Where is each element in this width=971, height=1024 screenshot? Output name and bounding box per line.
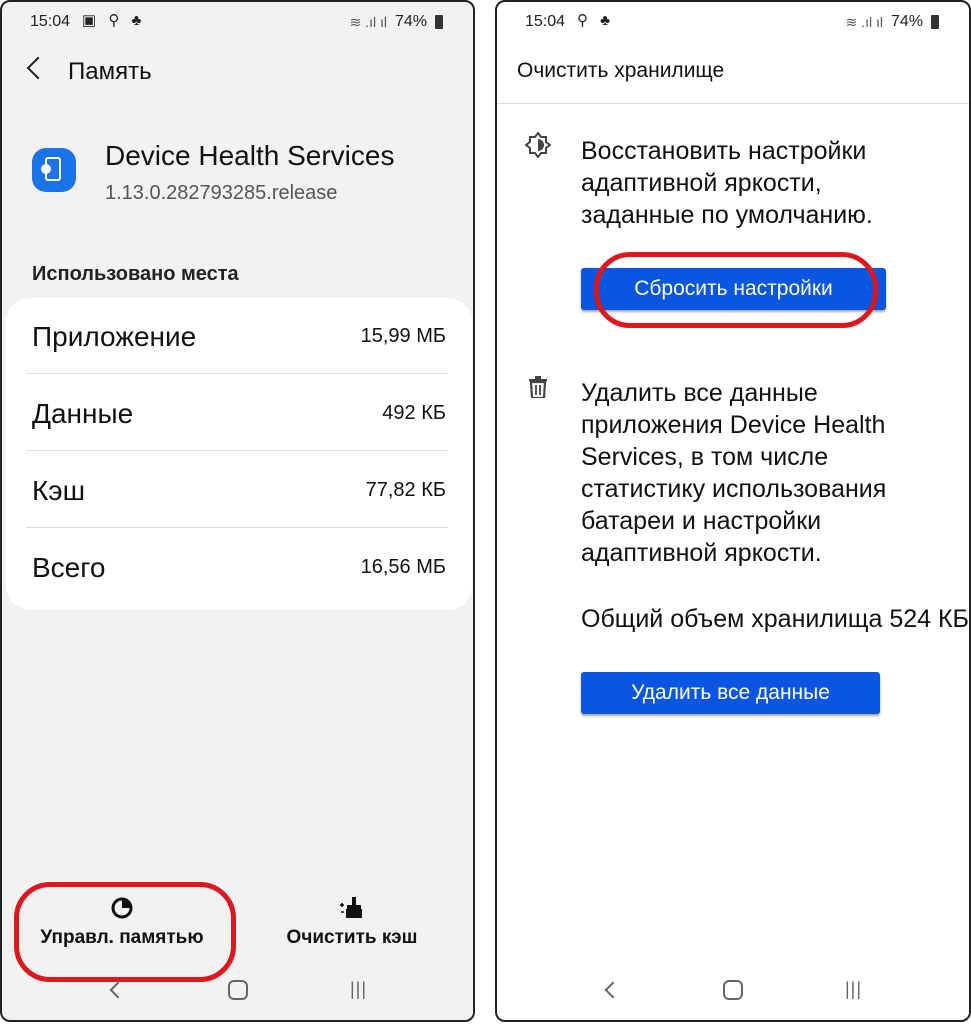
nav-home-icon[interactable] [228, 980, 248, 1000]
battery-percent: 74% [394, 13, 427, 30]
nav-recents-icon[interactable]: ||| [845, 979, 862, 1000]
app-icon [32, 148, 76, 192]
nav-recents-icon[interactable]: ||| [350, 979, 367, 1000]
delete-all-data-button[interactable]: Удалить все данные [581, 672, 880, 714]
total-storage-line: Общий объем хранилища 524 КБ [581, 603, 969, 635]
brightness-icon [525, 132, 551, 158]
row-value: 15,99 МБ [360, 325, 446, 347]
status-right: ≋ .ıl ıl 74% [846, 13, 939, 31]
page-title: Очистить хранилище [517, 59, 725, 82]
clear-cache-button[interactable]: Очистить кэш [274, 897, 430, 949]
storage-row-data: Данные 492 КБ [26, 375, 446, 452]
notification-icons: ▣ ⚲ ♣ [82, 12, 146, 29]
navigation-bar: ||| [2, 960, 473, 1020]
row-label: Данные [32, 397, 134, 429]
row-label: Кэш [32, 474, 86, 506]
battery-icon [435, 15, 443, 29]
highlight-circle [594, 252, 878, 328]
delete-description: Удалить все данные приложения Device Hea… [581, 379, 887, 567]
row-label: Всего [32, 551, 106, 583]
nav-back-icon[interactable] [604, 981, 622, 999]
broom-icon [340, 897, 362, 918]
app-name: Device Health Services [105, 140, 395, 171]
notification-icons: ⚲ ♣ [577, 12, 614, 29]
status-bar: 15:04 ▣ ⚲ ♣ ≋ .ıl ıl 74% [2, 2, 473, 42]
divider [26, 373, 448, 374]
row-value: 77,82 КБ [365, 479, 446, 501]
battery-icon [931, 15, 939, 29]
divider [26, 527, 448, 528]
battery-percent: 74% [890, 13, 923, 30]
storage-usage-card: Приложение 15,99 МБ Данные 492 КБ Кэш 77… [6, 298, 472, 610]
section-label-used-space: Использовано места [32, 263, 239, 285]
trash-icon [529, 376, 547, 398]
total-storage-value: 524 КБ [889, 605, 969, 633]
reset-description: Восстановить настройки адаптивной яркост… [581, 137, 873, 229]
back-arrow-icon[interactable] [26, 56, 50, 80]
storage-row-cache: Кэш 77,82 КБ [26, 452, 446, 529]
status-time: 15:04 [525, 13, 566, 30]
status-time: 15:04 [30, 13, 71, 30]
header-divider [497, 103, 969, 104]
total-storage-label: Общий объем хранилища [581, 605, 883, 633]
wifi-signal-icon: ≋ .ıl ıl [349, 13, 387, 30]
app-version: 1.13.0.282793285.release [105, 182, 338, 204]
status-right: ≋ .ıl ıl 74% [350, 13, 443, 31]
right-phone-screen: 15:04 ⚲ ♣ ≋ .ıl ıl 74% Очистить хранилищ… [495, 0, 971, 1022]
clear-cache-label: Очистить кэш [286, 927, 418, 948]
divider [26, 450, 448, 451]
navigation-bar: ||| [497, 960, 969, 1020]
status-bar: 15:04 ⚲ ♣ ≋ .ıl ıl 74% [497, 2, 969, 42]
row-value: 16,56 МБ [360, 556, 446, 578]
row-label: Приложение [32, 320, 197, 352]
nav-back-icon[interactable] [109, 981, 127, 999]
page-title: Память [68, 58, 152, 85]
storage-row-app: Приложение 15,99 МБ [26, 298, 446, 375]
storage-row-total: Всего 16,56 МБ [26, 529, 446, 606]
row-value: 492 КБ [382, 402, 446, 424]
wifi-signal-icon: ≋ .ıl ıl [845, 13, 883, 30]
left-phone-screen: 15:04 ▣ ⚲ ♣ ≋ .ıl ıl 74% Память Device H… [0, 0, 475, 1022]
nav-home-icon[interactable] [723, 980, 743, 1000]
